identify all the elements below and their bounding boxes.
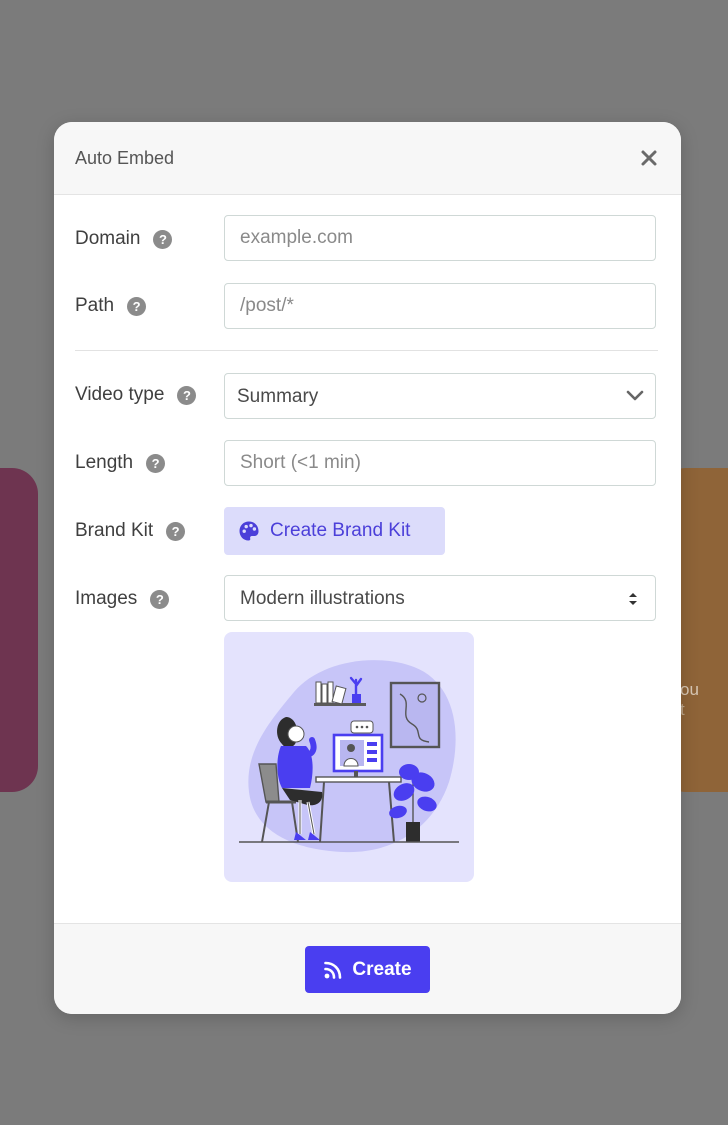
images-selected-value: Modern illustrations <box>240 588 405 609</box>
modal-footer: Create <box>54 923 681 1014</box>
domain-label: Domain <box>75 228 141 249</box>
images-help-icon[interactable]: ? <box>150 589 170 609</box>
video-type-selected-value: Summary <box>237 386 319 407</box>
video-type-label-row: Video type ? <box>75 384 197 406</box>
rss-icon <box>324 961 342 979</box>
background-card-left <box>0 468 38 792</box>
path-label-row: Path ? <box>75 295 147 317</box>
close-icon[interactable] <box>639 147 659 169</box>
images-label: Images <box>75 588 138 609</box>
background-card-text: ou <box>680 680 699 699</box>
brand-kit-label: Brand Kit <box>75 520 154 541</box>
length-label: Length <box>75 452 134 473</box>
path-help-icon[interactable]: ? <box>127 296 147 316</box>
video-type-select[interactable]: Summary <box>224 373 656 419</box>
images-label-row: Images ? <box>75 588 170 610</box>
domain-label-row: Domain ? <box>75 228 173 250</box>
brand-kit-label-row: Brand Kit ? <box>75 520 186 542</box>
path-input[interactable] <box>224 283 656 329</box>
illustration-woman-at-desk <box>239 660 459 853</box>
form-divider <box>75 350 658 351</box>
length-help-icon[interactable]: ? <box>146 453 166 473</box>
create-brand-kit-button[interactable]: Create Brand Kit <box>224 507 445 555</box>
length-label-row: Length ? <box>75 452 166 474</box>
images-style-preview <box>224 632 474 882</box>
create-button[interactable]: Create <box>305 946 430 993</box>
brand-kit-help-icon[interactable]: ? <box>166 521 186 541</box>
palette-icon <box>239 521 259 541</box>
domain-help-icon[interactable]: ? <box>153 229 173 249</box>
modal-header: Auto Embed <box>54 122 681 195</box>
auto-embed-modal: Auto Embed Domain ? Path ? Video type ? … <box>54 122 681 1014</box>
chevron-down-icon <box>625 388 645 409</box>
video-type-help-icon[interactable]: ? <box>177 385 197 405</box>
images-select[interactable]: Modern illustrations <box>224 575 656 621</box>
create-brand-kit-label: Create Brand Kit <box>270 520 411 541</box>
length-input[interactable] <box>224 440 656 486</box>
video-type-label: Video type <box>75 384 165 405</box>
create-button-label: Create <box>352 958 412 980</box>
domain-input[interactable] <box>224 215 656 261</box>
select-arrows-icon <box>628 591 638 612</box>
modal-title: Auto Embed <box>75 148 175 168</box>
path-label: Path <box>75 295 115 316</box>
